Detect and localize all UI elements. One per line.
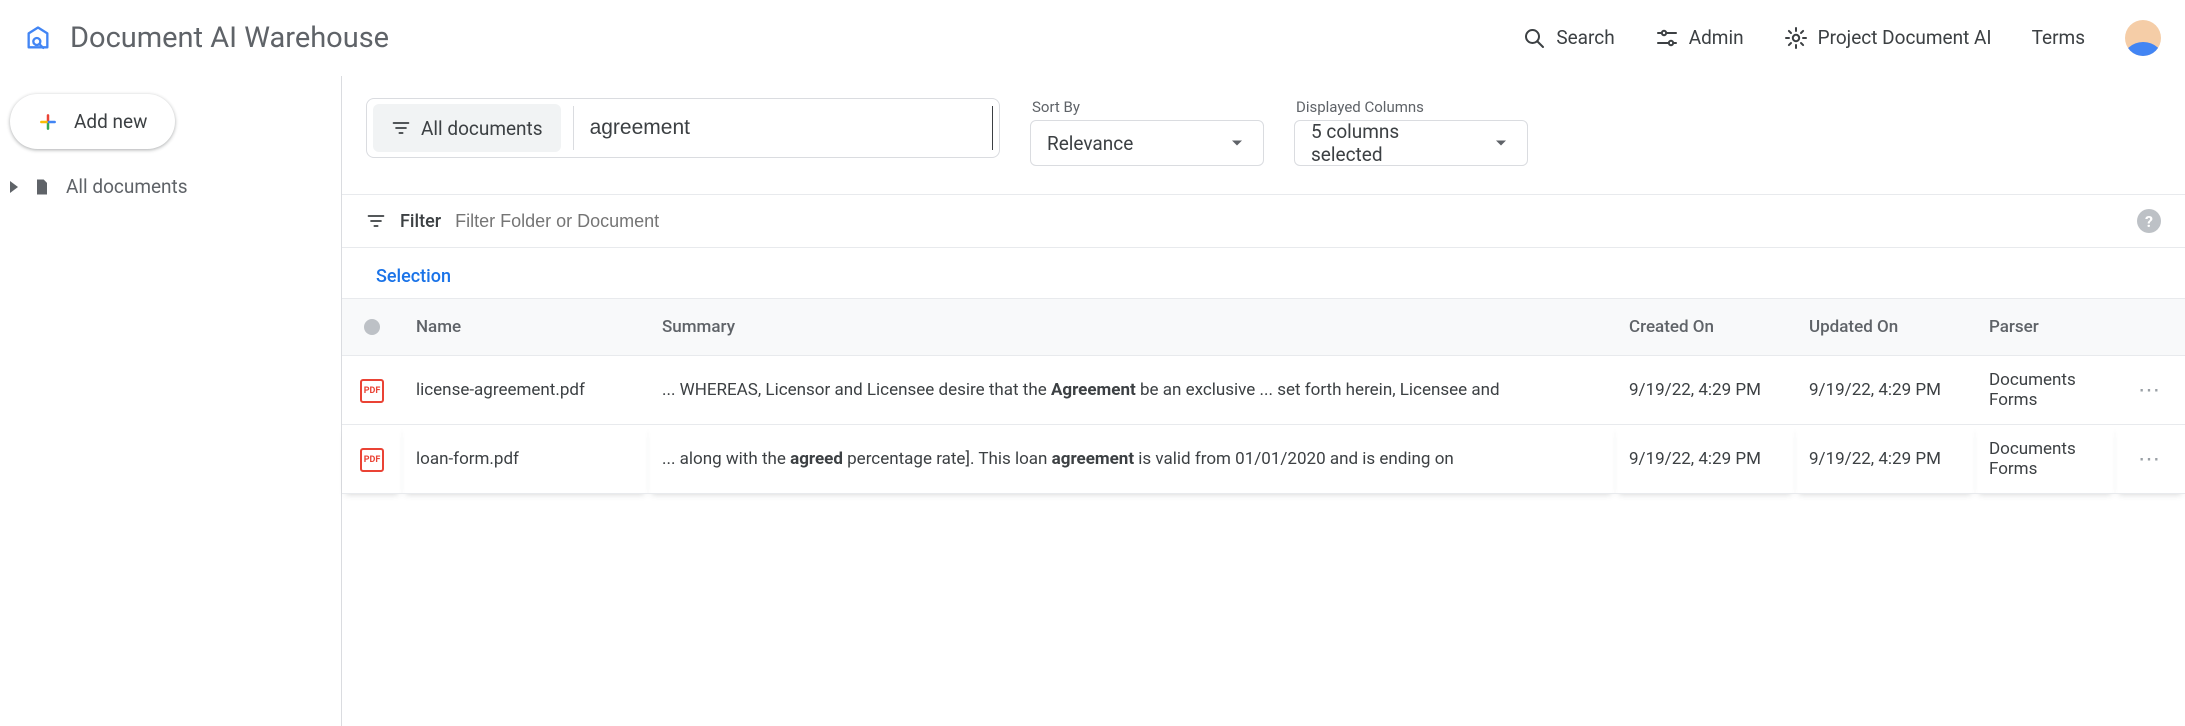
gear-icon (1784, 26, 1808, 50)
col-header-parser[interactable]: Parser (1975, 299, 2115, 356)
updated-on: 9/19/22, 4:29 PM (1795, 425, 1975, 494)
filter-list-icon (391, 118, 411, 138)
pdf-icon: PDF (360, 448, 384, 472)
col-header-summary[interactable]: Summary (648, 299, 1615, 356)
chevron-down-icon (1227, 133, 1247, 153)
col-header-name[interactable]: Name (402, 299, 648, 356)
parser-cell: Documents Forms (1975, 356, 2115, 425)
document-icon (32, 177, 52, 197)
col-header-updated[interactable]: Updated On (1795, 299, 1975, 356)
product-logo-icon (24, 24, 52, 52)
displayed-columns-control: Displayed Columns 5 columns selected (1294, 98, 1528, 166)
add-new-button[interactable]: Add new (10, 94, 175, 149)
header-terms-label: Terms (2032, 26, 2085, 49)
header-admin-label: Admin (1689, 26, 1744, 49)
displayed-columns-label: Displayed Columns (1296, 98, 1528, 116)
sidebar-item-all-documents[interactable]: All documents (10, 167, 331, 206)
sort-by-label: Sort By (1032, 98, 1264, 116)
header-terms-link[interactable]: Terms (2032, 26, 2085, 49)
filter-bar: Filter ? (342, 194, 2185, 248)
header-search-label: Search (1556, 26, 1614, 49)
tune-icon (1655, 26, 1679, 50)
search-box: All documents (366, 98, 1000, 158)
sidebar-item-label: All documents (66, 175, 188, 198)
header-search-button[interactable]: Search (1522, 26, 1614, 50)
scope-chip-all-documents[interactable]: All documents (373, 104, 561, 152)
sort-by-control: Sort By Relevance (1030, 98, 1264, 166)
header-admin-button[interactable]: Admin (1655, 26, 1744, 50)
help-icon[interactable]: ? (2137, 209, 2161, 233)
table-row[interactable]: PDF license-agreement.pdf ... WHEREAS, L… (342, 356, 2185, 425)
filter-label: Filter (400, 211, 441, 232)
parser-cell: Documents Forms (1975, 425, 2115, 494)
sidebar: Add new All documents (0, 76, 342, 726)
search-icon (1522, 26, 1546, 50)
sort-by-dropdown[interactable]: Relevance (1030, 120, 1264, 166)
updated-on: 9/19/22, 4:29 PM (1795, 356, 1975, 425)
header-project-button[interactable]: Project Document AI (1784, 26, 1992, 50)
filter-icon (366, 211, 386, 231)
app-header: Document AI Warehouse Search Admin Proje… (0, 0, 2185, 76)
file-name: license-agreement.pdf (416, 380, 585, 400)
table-row[interactable]: PDF loan-form.pdf ... along with the agr… (342, 425, 2185, 494)
table-header: Name Summary Created On Updated On Parse… (342, 299, 2185, 356)
chevron-right-icon (10, 181, 18, 193)
results-table: Name Summary Created On Updated On Parse… (342, 298, 2185, 494)
search-toolbar: All documents Sort By Relevance Displaye… (342, 76, 2185, 194)
displayed-columns-dropdown[interactable]: 5 columns selected (1294, 120, 1528, 166)
pdf-icon: PDF (360, 379, 384, 403)
created-on: 9/19/22, 4:29 PM (1615, 425, 1795, 494)
summary-text: ... WHEREAS, Licensor and Licensee desir… (662, 380, 1500, 400)
col-header-created[interactable]: Created On (1615, 299, 1795, 356)
app-body: Add new All documents All documents (0, 76, 2185, 726)
search-input[interactable] (590, 106, 993, 150)
scope-chip-label: All documents (421, 117, 543, 140)
result-tabs: Selection (342, 248, 2185, 298)
tab-selection[interactable]: Selection (376, 266, 451, 297)
separator (573, 106, 574, 150)
header-actions: Search Admin Project Document AI Terms (1522, 20, 2161, 56)
displayed-columns-value: 5 columns selected (1311, 120, 1451, 166)
file-name: loan-form.pdf (416, 449, 519, 469)
chevron-down-icon (1491, 133, 1511, 153)
header-project-label: Project Document AI (1818, 26, 1992, 49)
filter-input[interactable] (455, 211, 2123, 232)
select-all-toggle[interactable] (364, 319, 380, 335)
row-overflow-menu[interactable]: ⋯ (2115, 356, 2185, 425)
avatar[interactable] (2125, 20, 2161, 56)
brand-title: Document AI Warehouse (70, 21, 389, 55)
row-overflow-menu[interactable]: ⋯ (2115, 425, 2185, 494)
add-new-label: Add new (74, 110, 147, 133)
brand: Document AI Warehouse (24, 21, 389, 55)
summary-text: ... along with the agreed percentage rat… (662, 449, 1454, 469)
sort-by-value: Relevance (1047, 132, 1133, 155)
main-content: All documents Sort By Relevance Displaye… (342, 76, 2185, 726)
created-on: 9/19/22, 4:29 PM (1615, 356, 1795, 425)
plus-icon (38, 112, 58, 132)
